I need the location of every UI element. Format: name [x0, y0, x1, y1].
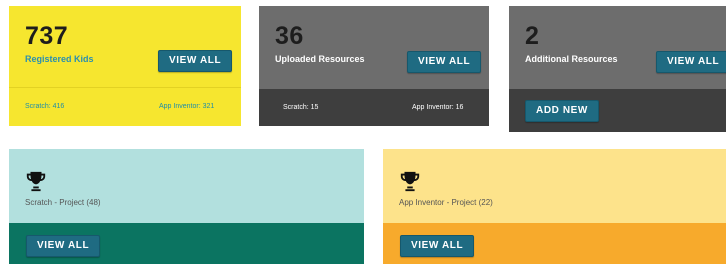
app-inventor-kids-count: App Inventor: 321 [159, 103, 215, 110]
scratch-kids-count: Scratch: 416 [25, 103, 65, 110]
uploaded-resources-count: 36 [275, 22, 304, 50]
view-all-kids-button[interactable]: VIEW ALL [158, 50, 233, 72]
app-inventor-resources-count: App Inventor: 16 [412, 104, 464, 111]
uploaded-resources-label: Uploaded Resources [275, 54, 365, 64]
card-header: App Inventor - Project (22) [383, 149, 726, 223]
app-inventor-project-label: App Inventor - Project (22) [399, 198, 493, 207]
registered-kids-card: 737 Registered Kids VIEW ALL Scratch: 41… [9, 6, 241, 126]
card-footer: Scratch: 416 App Inventor: 321 [9, 87, 241, 126]
trophy-icon [26, 171, 46, 192]
registered-kids-label: Registered Kids [25, 54, 94, 64]
card-header: Scratch - Project (48) [9, 149, 364, 223]
view-all-scratch-projects-button[interactable]: VIEW ALL [26, 235, 101, 257]
registered-kids-count: 737 [25, 22, 69, 50]
additional-resources-label: Additional Resources [525, 54, 618, 64]
scratch-project-label: Scratch - Project (48) [25, 198, 101, 207]
add-new-button[interactable]: ADD NEW [525, 100, 599, 122]
view-all-resources-button[interactable]: VIEW ALL [407, 51, 482, 73]
card-footer: ADD NEW [509, 89, 726, 132]
view-all-additional-button[interactable]: VIEW ALL [656, 51, 726, 73]
app-inventor-project-card: App Inventor - Project (22) VIEW ALL [383, 149, 726, 264]
uploaded-resources-card: 36 Uploaded Resources VIEW ALL Scratch: … [259, 6, 489, 126]
card-footer: VIEW ALL [9, 223, 364, 264]
scratch-resources-count: Scratch: 15 [283, 104, 319, 111]
card-footer: Scratch: 15 App Inventor: 16 [259, 89, 489, 126]
additional-resources-card: 2 Additional Resources VIEW ALL ADD NEW [509, 6, 726, 132]
card-footer: VIEW ALL [383, 223, 726, 264]
trophy-icon [400, 171, 420, 192]
view-all-app-inventor-projects-button[interactable]: VIEW ALL [400, 235, 475, 257]
scratch-project-card: Scratch - Project (48) VIEW ALL [9, 149, 364, 264]
additional-resources-count: 2 [525, 22, 540, 50]
